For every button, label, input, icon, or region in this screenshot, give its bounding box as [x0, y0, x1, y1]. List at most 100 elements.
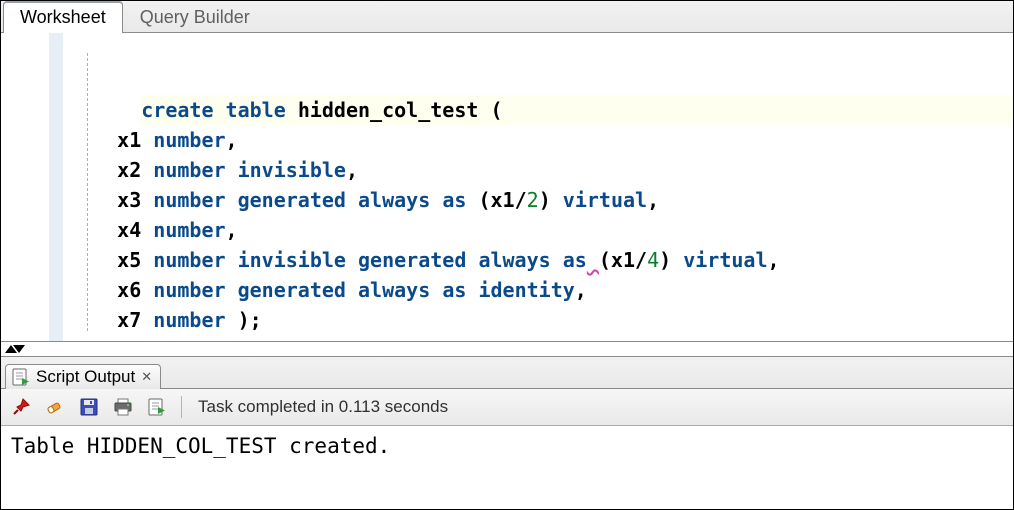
code-token [478, 98, 490, 122]
code-token: always [478, 248, 550, 272]
code-token [226, 308, 238, 332]
close-icon[interactable]: ✕ [141, 369, 152, 385]
code-token: ( [490, 98, 502, 122]
code-token: ) [659, 248, 671, 272]
collapse-down-icon[interactable] [13, 345, 25, 353]
code-token: create [141, 98, 213, 122]
code-token: number [153, 188, 225, 212]
code-token: number [153, 158, 225, 182]
output-toolbar: Task completed in 0.113 seconds [1, 389, 1013, 426]
code-token: , [226, 128, 238, 152]
code-token: number [153, 128, 225, 152]
code-token [671, 248, 683, 272]
editor-tabstrip: Worksheet Query Builder [1, 1, 1013, 33]
code-token: , [647, 188, 659, 212]
code-token: / [515, 188, 527, 212]
code-token: ( [478, 188, 490, 212]
code-token [551, 188, 563, 212]
code-token [214, 98, 226, 122]
code-token: x3 [117, 188, 153, 212]
code-token: table [226, 98, 286, 122]
code-token: , [768, 248, 780, 272]
code-token [226, 248, 238, 272]
scroll-icon[interactable] [145, 395, 169, 419]
print-icon[interactable] [111, 395, 135, 419]
code-token: hidden_col_test [298, 98, 479, 122]
code-token: ) [539, 188, 551, 212]
code-token: number [153, 278, 225, 302]
pin-icon[interactable] [9, 395, 33, 419]
code-token: invisible [238, 158, 346, 182]
code-token: as [442, 188, 466, 212]
code-token: invisible [238, 248, 346, 272]
code-token [346, 248, 358, 272]
erase-icon[interactable] [43, 395, 67, 419]
code-token [430, 278, 442, 302]
tab-query-builder[interactable]: Query Builder [123, 2, 267, 33]
code-token: , [226, 218, 238, 242]
code-token: 2 [527, 188, 539, 212]
code-token: virtual [563, 188, 647, 212]
save-icon[interactable] [77, 395, 101, 419]
code-token [466, 278, 478, 302]
code-token: generated [238, 278, 346, 302]
pane-splitter[interactable] [1, 342, 1013, 356]
code-line[interactable]: x2 number invisible, [69, 155, 1007, 185]
code-token: as [563, 248, 587, 272]
code-token: number [153, 308, 225, 332]
sql-developer-window: Worksheet Query Builder − create table h… [0, 0, 1014, 510]
breakpoint-gutter[interactable] [1, 33, 49, 341]
code-editor[interactable]: create table hidden_col_test ( x1 number… [49, 33, 1013, 341]
code-token: number [153, 218, 225, 242]
tab-worksheet-label: Worksheet [20, 7, 106, 27]
code-line[interactable]: x4 number, [69, 215, 1007, 245]
code-token: x1 [117, 128, 153, 152]
code-token [346, 188, 358, 212]
output-tabstrip: Script Output ✕ [1, 357, 1013, 389]
tab-script-output-label: Script Output [36, 367, 135, 387]
code-token: 4 [647, 248, 659, 272]
code-token: x4 [117, 218, 153, 242]
code-token: identity [478, 278, 574, 302]
code-token [430, 188, 442, 212]
code-token [286, 98, 298, 122]
code-token [466, 188, 478, 212]
code-token: always [358, 278, 430, 302]
indent-guide [87, 53, 88, 331]
code-token: always [358, 188, 430, 212]
code-line[interactable]: x5 number invisible generated always as … [69, 245, 1007, 275]
code-token: number [153, 248, 225, 272]
code-token: generated [238, 188, 346, 212]
code-token: x6 [117, 278, 153, 302]
code-token [466, 248, 478, 272]
code-token: x1 [491, 188, 515, 212]
code-token [226, 188, 238, 212]
code-token: ( [599, 248, 611, 272]
code-line[interactable]: x7 number ); [69, 305, 1007, 335]
code-token: x2 [117, 158, 153, 182]
code-token: as [442, 278, 466, 302]
code-token [346, 278, 358, 302]
task-status: Task completed in 0.113 seconds [194, 397, 448, 417]
code-token [551, 248, 563, 272]
code-token: , [575, 278, 587, 302]
toolbar-separator [181, 396, 182, 418]
editor-pane: Worksheet Query Builder − create table h… [1, 1, 1013, 342]
code-token: x1 [611, 248, 635, 272]
code-token [587, 248, 599, 272]
code-line[interactable]: x1 number, [69, 125, 1007, 155]
code-token: ) [238, 308, 250, 332]
code-line[interactable]: create table hidden_col_test ( [141, 95, 1013, 125]
output-pane: Script Output ✕ [1, 356, 1013, 509]
tab-query-builder-label: Query Builder [140, 7, 250, 27]
code-token [226, 158, 238, 182]
code-line[interactable]: x3 number generated always as (x1/2) vir… [69, 185, 1007, 215]
code-token: x5 [117, 248, 153, 272]
tab-script-output[interactable]: Script Output ✕ [5, 364, 161, 389]
editor-body: − create table hidden_col_test ( x1 numb… [1, 33, 1013, 341]
tab-worksheet[interactable]: Worksheet [3, 1, 123, 33]
code-line[interactable]: x6 number generated always as identity, [69, 275, 1007, 305]
code-token: / [635, 248, 647, 272]
output-body[interactable]: Table HIDDEN_COL_TEST created. [1, 426, 1013, 509]
code-token: generated [358, 248, 466, 272]
